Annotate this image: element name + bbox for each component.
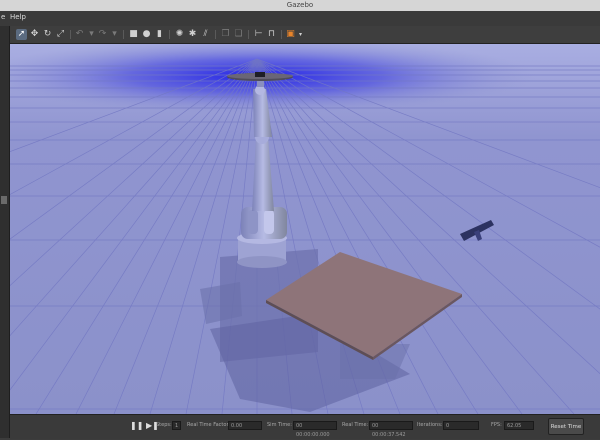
scene-render bbox=[10, 44, 600, 414]
scale-mode-icon[interactable]: ⤢ bbox=[55, 29, 66, 40]
pause-icon[interactable]: ❚❚ bbox=[130, 421, 143, 430]
point-light-icon[interactable]: ✺ bbox=[174, 29, 185, 40]
undo-menu-icon[interactable]: ▾ bbox=[86, 29, 97, 40]
menu-bar: e Help bbox=[0, 11, 600, 26]
directional-light-icon[interactable]: ⫽ bbox=[200, 29, 211, 40]
align-icon[interactable]: ⊢ bbox=[253, 29, 264, 40]
toolbar-separator bbox=[70, 30, 71, 39]
toolbar-separator bbox=[281, 30, 282, 39]
toolbar: ➚ ✥ ↻ ⤢ ↶ ▾ ↷ ▾ ■ ● ▮ ✺ ✱ ⫽ ❐ ❏ ⊢ ⊓ ▣ ▾ bbox=[10, 26, 600, 44]
toolbar-separator bbox=[215, 30, 216, 39]
spot-light-icon[interactable]: ✱ bbox=[187, 29, 198, 40]
iterations-label: Iterations: bbox=[417, 422, 443, 428]
panel-expand-handle[interactable] bbox=[1, 196, 7, 204]
sphere-shape-icon[interactable]: ● bbox=[141, 29, 152, 40]
real-time-value: 00 00:00:37.542 bbox=[369, 421, 413, 438]
cylinder-shape-icon[interactable]: ▮ bbox=[154, 29, 165, 40]
translate-mode-icon[interactable]: ✥ bbox=[29, 29, 40, 40]
menu-help[interactable]: Help bbox=[10, 13, 26, 21]
rtf-label: Real Time Factor: bbox=[187, 422, 231, 428]
steps-input[interactable]: 1 bbox=[172, 421, 181, 430]
toolbar-separator bbox=[248, 30, 249, 39]
paste-icon[interactable]: ❏ bbox=[233, 29, 244, 40]
iterations-value: 0 bbox=[443, 421, 479, 430]
menu-edit[interactable]: e bbox=[1, 13, 5, 21]
copy-icon[interactable]: ❐ bbox=[220, 29, 231, 40]
sim-time-value: 00 00:00:00.000 bbox=[293, 421, 337, 438]
left-panel-collapsed bbox=[0, 26, 10, 438]
toolbar-separator bbox=[123, 30, 124, 39]
snap-icon[interactable]: ⊓ bbox=[266, 29, 277, 40]
toolbar-separator bbox=[169, 30, 170, 39]
real-time-label: Real Time: bbox=[342, 422, 369, 428]
time-panel: ❚❚ ▶❚ Steps: 1 Real Time Factor: 0.00 Si… bbox=[10, 414, 600, 439]
rotate-mode-icon[interactable]: ↻ bbox=[42, 29, 53, 40]
undo-icon[interactable]: ↶ bbox=[74, 29, 85, 40]
rtf-value: 0.00 bbox=[228, 421, 262, 430]
fps-label: FPS: bbox=[491, 422, 502, 428]
view-menu-icon[interactable]: ▾ bbox=[295, 29, 306, 40]
redo-menu-icon[interactable]: ▾ bbox=[109, 29, 120, 40]
select-mode-icon[interactable]: ➚ bbox=[16, 29, 27, 40]
reset-time-button[interactable]: Reset Time bbox=[548, 418, 584, 435]
redo-icon[interactable]: ↷ bbox=[97, 29, 108, 40]
window-title: Gazebo bbox=[286, 1, 314, 9]
box-shape-icon[interactable]: ■ bbox=[128, 29, 139, 40]
steps-label: Steps: bbox=[156, 422, 172, 428]
fps-value: 62.05 bbox=[504, 421, 534, 430]
sim-time-label: Sim Time: bbox=[267, 422, 292, 428]
3d-viewport[interactable] bbox=[10, 44, 600, 414]
